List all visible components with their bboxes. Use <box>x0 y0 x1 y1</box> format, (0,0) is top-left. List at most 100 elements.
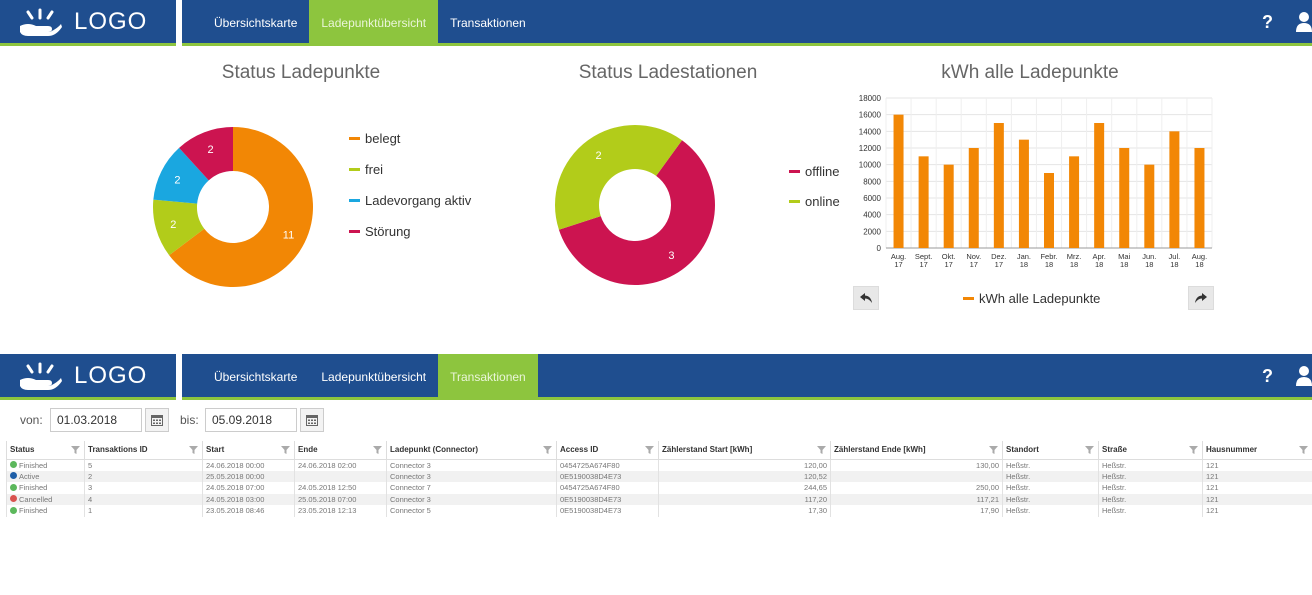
bar[interactable] <box>1094 123 1105 248</box>
table-row[interactable]: Finished 3 24.05.2018 07:00 24.05.2018 12:5… <box>6 482 1312 494</box>
table-cell <box>830 470 1003 482</box>
cell-text: 0E5190038D4E73 <box>560 471 622 481</box>
filter-icon[interactable] <box>373 446 382 454</box>
cell-text: 117,20 <box>804 494 827 504</box>
chart-title-ladestationen: Status Ladestationen <box>578 62 758 83</box>
from-date-input[interactable] <box>50 408 142 432</box>
x-tick-label-year: 18 <box>1070 260 1078 269</box>
table-cell: Heßstr. <box>1098 505 1203 517</box>
bar[interactable] <box>993 123 1004 248</box>
column-header[interactable]: Zählerstand Start [kWh] <box>658 441 831 460</box>
y-tick-label: 18000 <box>859 94 882 103</box>
filter-icon[interactable] <box>1299 446 1308 454</box>
filter-icon[interactable] <box>989 446 998 454</box>
logo-text: LOGO <box>74 362 148 389</box>
column-header[interactable]: Access ID <box>556 441 659 460</box>
column-header-label: Zählerstand Start [kWh] <box>662 445 753 455</box>
column-header[interactable]: Zählerstand Ende [kWh] <box>830 441 1003 460</box>
pie-chart-ladepunkte: 11 2 2 2 <box>153 127 313 287</box>
bar[interactable] <box>1069 156 1080 248</box>
table-cell: 23.05.2018 08:46 <box>202 505 295 517</box>
column-header[interactable]: Transaktions ID <box>84 441 203 460</box>
cell-text: 0E5190038D4E73 <box>560 494 622 504</box>
logo-hand-icon <box>20 8 62 36</box>
tab-ladepunktuebersicht[interactable]: Ladepunktübersicht <box>309 354 438 400</box>
cell-text: 3 <box>88 483 93 493</box>
status-finished-icon <box>10 461 17 469</box>
previous-period-button[interactable] <box>853 286 879 310</box>
table-cell: 117,21 <box>830 493 1003 505</box>
legend-item-frei[interactable]: frei <box>349 162 383 177</box>
cell-text: Connector 3 <box>390 471 431 481</box>
column-header[interactable]: Start <box>202 441 295 460</box>
table-row[interactable]: Finished 1 23.05.2018 08:46 23.05.2018 12:1… <box>6 505 1312 517</box>
cell-text: 117,21 <box>976 494 999 504</box>
chart-title-ladepunkte: Status Ladepunkte <box>221 62 381 83</box>
filter-icon[interactable] <box>71 446 80 454</box>
column-header[interactable]: Ladepunkt (Connector) <box>386 441 557 460</box>
x-tick-label-year: 17 <box>995 260 1003 269</box>
from-calendar-button[interactable] <box>145 408 169 432</box>
filter-icon[interactable] <box>1189 446 1198 454</box>
column-header[interactable]: Hausnummer <box>1202 441 1312 460</box>
user-icon[interactable] <box>1296 366 1312 386</box>
bar[interactable] <box>893 114 904 249</box>
bar[interactable] <box>943 164 954 248</box>
help-icon[interactable]: ? <box>1262 12 1273 33</box>
filter-icon[interactable] <box>543 446 552 454</box>
table-cell: 24.06.2018 02:00 <box>294 459 387 471</box>
legend-item-stoerung[interactable]: Störung <box>349 224 411 239</box>
tab-uebersichtskarte[interactable]: Übersichtskarte <box>202 0 309 46</box>
bar[interactable] <box>968 148 979 248</box>
tab-transaktionen[interactable]: Transaktionen <box>438 354 538 400</box>
date-filter: von: bis: <box>0 408 1312 434</box>
bar[interactable] <box>1194 148 1205 248</box>
user-icon[interactable] <box>1296 12 1312 32</box>
column-header[interactable]: Straße <box>1098 441 1203 460</box>
cell-text: 24.05.2018 03:00 <box>206 494 265 504</box>
table-row[interactable]: Active 2 25.05.2018 00:00 Connector 3 0E5190… <box>6 470 1312 482</box>
table-row[interactable]: Finished 5 24.06.2018 00:00 24.06.2018 02:0… <box>6 459 1312 471</box>
bar[interactable] <box>1169 131 1180 248</box>
bar[interactable] <box>1044 173 1054 248</box>
table-cell: Heßstr. <box>1002 470 1099 482</box>
legend-item-belegt[interactable]: belegt <box>349 131 400 146</box>
filter-icon[interactable] <box>1085 446 1094 454</box>
logo[interactable]: LOGO <box>0 354 176 400</box>
bar[interactable] <box>1018 139 1029 248</box>
to-calendar-button[interactable] <box>300 408 324 432</box>
bar[interactable] <box>1119 148 1130 248</box>
legend-item-online[interactable]: online <box>789 194 840 209</box>
column-header[interactable]: Status <box>6 441 85 460</box>
table-cell: 24.05.2018 12:50 <box>294 482 387 494</box>
cell-text: Heßstr. <box>1102 506 1127 516</box>
tab-uebersichtskarte[interactable]: Übersichtskarte <box>202 354 309 400</box>
logo-divider <box>176 0 182 46</box>
tab-ladepunktuebersicht[interactable]: Ladepunktübersicht <box>309 0 439 46</box>
help-icon[interactable]: ? <box>1262 366 1273 387</box>
column-header[interactable]: Standort <box>1002 441 1099 460</box>
cell-text: 2 <box>88 471 93 481</box>
tab-transaktionen[interactable]: Transaktionen <box>438 0 538 46</box>
next-period-button[interactable] <box>1188 286 1214 310</box>
legend-item-ladevorgang-aktiv[interactable]: Ladevorgang aktiv <box>349 193 471 208</box>
logo[interactable]: LOGO <box>0 0 176 46</box>
legend-item-offline[interactable]: offline <box>789 164 839 179</box>
filter-icon[interactable] <box>189 446 198 454</box>
table-row[interactable]: Cancelled 4 24.05.2018 03:00 25.05.2018 07:… <box>6 493 1312 505</box>
table-cell: 120,00 <box>658 459 831 471</box>
filter-icon[interactable] <box>645 446 654 454</box>
column-header-label: Transaktions ID <box>88 445 148 455</box>
bar[interactable] <box>1144 164 1155 248</box>
to-date-input[interactable] <box>205 408 297 432</box>
y-tick-label: 4000 <box>863 211 881 220</box>
y-tick-label: 10000 <box>859 161 882 170</box>
filter-icon[interactable] <box>817 446 826 454</box>
column-header[interactable]: Ende <box>294 441 387 460</box>
legend-item-kwh[interactable]: kWh alle Ladepunkte <box>963 291 1100 306</box>
y-tick-label: 12000 <box>859 144 882 153</box>
table-cell: Heßstr. <box>1098 482 1203 494</box>
filter-icon[interactable] <box>281 446 290 454</box>
x-tick-label-year: 17 <box>970 260 978 269</box>
bar[interactable] <box>918 156 929 248</box>
